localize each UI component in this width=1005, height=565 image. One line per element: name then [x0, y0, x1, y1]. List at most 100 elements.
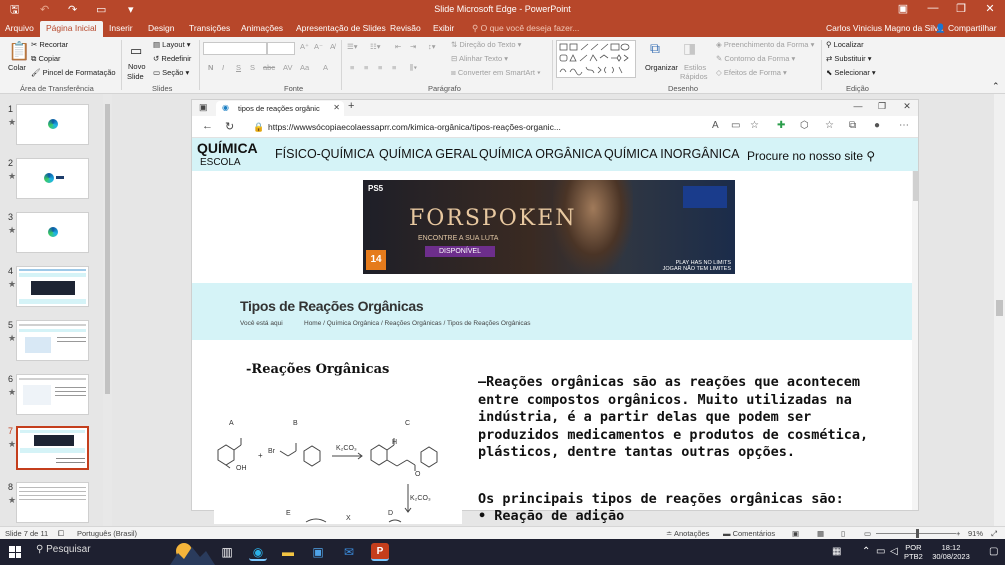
tab-inserir[interactable]: Inserir [109, 23, 133, 33]
strikethrough-button[interactable]: abc [263, 63, 275, 72]
arrange-icon[interactable]: ⧉ [650, 40, 660, 57]
section-button[interactable]: ▭ Seção ▾ [153, 68, 189, 77]
quick-styles-button[interactable]: Estilos [684, 63, 706, 72]
char-spacing-button[interactable]: AV [283, 63, 292, 72]
extension-icon[interactable]: ✚ [777, 120, 785, 131]
tab-pagina-inicial[interactable]: Página Inicial [40, 21, 103, 37]
shadow-button[interactable]: S [250, 63, 255, 72]
quick-styles-icon[interactable]: ◨ [683, 40, 696, 57]
grow-font-icon[interactable]: A⁺ [300, 42, 309, 51]
browser-close-icon[interactable]: ✕ [895, 101, 918, 112]
slide-thumbnail[interactable]: 4 ★ [0, 266, 100, 312]
align-center-icon[interactable]: ≡ [364, 63, 368, 72]
browser-minimize-icon[interactable]: — [846, 101, 870, 111]
copy-button[interactable]: ⧉ Copiar [31, 54, 61, 64]
line-spacing-icon[interactable]: ↕▾ [428, 42, 436, 51]
refresh-icon[interactable]: ↻ [225, 120, 234, 133]
tab-design[interactable]: Design [148, 23, 174, 33]
italic-button[interactable]: I [222, 63, 224, 72]
reading-view-icon[interactable]: ▯ [841, 529, 845, 538]
browser-tab[interactable]: ◉ tipos de reações orgânic ✕ [216, 101, 344, 116]
language-indicator[interactable]: POR PTB2 [904, 543, 923, 561]
powerpoint-taskbar-icon[interactable]: P [371, 543, 389, 561]
language-indicator[interactable]: Português (Brasil) [77, 529, 137, 538]
back-icon[interactable]: ← [202, 120, 213, 132]
slide-thumbnail[interactable]: 1 ★ [0, 104, 100, 150]
slide-thumbnail[interactable]: 6 ★ [0, 374, 100, 420]
new-slide-icon[interactable]: ▭ [130, 43, 142, 59]
nav-quimica-inorganica[interactable]: QUÍMICA INORGÂNICA [604, 147, 739, 161]
bold-button[interactable]: N [208, 63, 213, 72]
taskbar-widget-icon[interactable]: ▦ [832, 546, 841, 557]
more-icon[interactable]: ⋯ [899, 120, 909, 131]
slide-thumbnail[interactable]: 5 ★ [0, 320, 100, 366]
numbering-icon[interactable]: ☷▾ [370, 42, 381, 51]
font-size-field[interactable] [267, 42, 295, 55]
collapse-ribbon-icon[interactable]: ⌃ [992, 81, 1000, 92]
shapes-gallery[interactable] [556, 40, 636, 78]
tab-transicoes[interactable]: Transições [189, 23, 230, 33]
file-explorer-icon[interactable]: ▬ [279, 543, 297, 561]
collections-icon[interactable]: ⧉ [849, 120, 856, 131]
nav-fisico-quimica[interactable]: FÍSICO-QUÍMICA [275, 147, 374, 161]
favorite-star-icon[interactable]: ☆ [750, 120, 759, 131]
scroll-thumb[interactable] [913, 171, 918, 201]
paste-icon[interactable]: 📋 [8, 41, 30, 62]
slide-thumbnail-selected[interactable]: 7 ★ [0, 426, 100, 472]
canvas-scrollbar[interactable] [994, 94, 1005, 526]
store-icon[interactable]: ▣ [309, 543, 327, 561]
tab-revisao[interactable]: Revisão [390, 23, 421, 33]
nav-quimica-organica[interactable]: QUÍMICA ORGÂNICA [479, 147, 602, 161]
read-aloud-icon[interactable]: A [712, 120, 719, 131]
slide-thumbnail[interactable]: 2 ★ [0, 158, 100, 204]
text-direction-button[interactable]: ⇅ Direção do Texto ▾ [451, 40, 521, 49]
tell-me-box[interactable]: ⚲ O que você deseja fazer... [472, 23, 579, 34]
profile-icon[interactable]: ● [874, 120, 880, 131]
comments-button[interactable]: ▬ Comentários [723, 529, 775, 538]
format-painter-button[interactable]: 🖌 Pincel de Formatação [31, 68, 116, 77]
decrease-indent-icon[interactable]: ⇤ [395, 42, 401, 51]
fit-slide-icon[interactable]: ⤢ [991, 529, 997, 539]
change-case-button[interactable]: Aa [300, 63, 309, 72]
minimize-button[interactable]: — [918, 2, 948, 14]
notifications-icon[interactable]: ▢ [989, 546, 998, 557]
start-icon[interactable] [9, 546, 21, 558]
shape-outline-button[interactable]: ✎ Contorno da Forma ▾ [716, 54, 795, 63]
tab-animacoes[interactable]: Animações [241, 23, 283, 33]
font-color-button[interactable]: A [323, 63, 328, 72]
show-hidden-icons[interactable]: ⌃ [862, 546, 870, 557]
shrink-font-icon[interactable]: A⁻ [314, 42, 323, 51]
url-field[interactable]: https://wwwsócopiaecolaessaprr.com/kimic… [268, 122, 561, 132]
increase-indent-icon[interactable]: ⇥ [410, 42, 416, 51]
site-logo-top[interactable]: QUÍMICA [197, 140, 258, 156]
new-slide-button-2[interactable]: Slide [127, 72, 144, 81]
user-name[interactable]: Carlos Vinicius Magno da Silva [826, 23, 943, 33]
font-family-field[interactable] [203, 42, 267, 55]
tab-exibir[interactable]: Exibir [433, 23, 454, 33]
new-tab-icon[interactable]: + [348, 100, 354, 112]
find-button[interactable]: ⚲ Localizar [826, 40, 864, 49]
favorites-icon[interactable]: ☆ [825, 120, 834, 131]
tab-actions-icon[interactable]: ▣ [199, 102, 208, 113]
task-view-icon[interactable]: ▥ [218, 543, 236, 561]
quick-styles-button-2[interactable]: Rápidos [680, 72, 708, 81]
site-search[interactable]: Procure no nosso site ⚲ [747, 149, 875, 163]
slide-sorter-icon[interactable]: ▦ [817, 529, 824, 538]
shape-fill-button[interactable]: ◈ Preenchimento da Forma ▾ [716, 40, 814, 49]
share-button[interactable]: 👤 Compartilhar [935, 23, 997, 34]
layout-button[interactable]: ▤ Layout ▾ [153, 40, 191, 49]
close-button[interactable]: ✕ [975, 2, 1005, 15]
tab-apresentacao[interactable]: Apresentação de Slides [296, 23, 386, 33]
convert-smartart-button[interactable]: ⧈ Converter em SmartArt ▾ [451, 68, 541, 78]
ribbon-display-icon[interactable]: ▣ [888, 2, 918, 15]
slideshow-icon[interactable]: ▭ [864, 529, 871, 538]
select-button[interactable]: ⬉ Selecionar ▾ [826, 68, 876, 77]
thumbnail-scrollbar[interactable] [103, 94, 112, 526]
clear-format-icon[interactable]: A̸ [330, 42, 335, 51]
reset-button[interactable]: ↺ Redefinir [153, 54, 191, 63]
notes-button[interactable]: ≐ Anotações [666, 529, 709, 538]
site-logo-bottom[interactable]: ESCOLA [200, 157, 241, 168]
mail-icon[interactable]: ✉ [340, 543, 358, 561]
nav-quimica-geral[interactable]: QUÍMICA GERAL [379, 147, 478, 161]
clock[interactable]: 18:12 30/08/2023 [931, 543, 971, 561]
